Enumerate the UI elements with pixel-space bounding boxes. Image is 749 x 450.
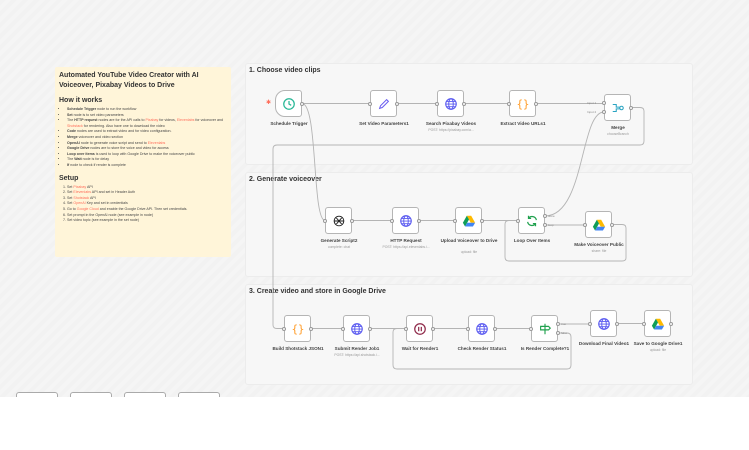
node-set-video-parameters1[interactable]: [370, 90, 397, 117]
output-port[interactable]: [543, 223, 547, 227]
node-merge[interactable]: [604, 94, 631, 121]
input-port[interactable]: [516, 218, 520, 223]
node-label: Schedule Trigger: [270, 121, 308, 126]
output-port[interactable]: [480, 218, 484, 223]
input-port[interactable]: [466, 326, 470, 331]
node-label: Merge: [611, 125, 625, 130]
output-port[interactable]: [431, 326, 435, 331]
node-label: HTTP Request: [390, 238, 422, 243]
bottom-panel: [0, 397, 749, 450]
globe-icon: [350, 322, 364, 336]
input-port[interactable]: [390, 218, 394, 223]
output-port[interactable]: [669, 321, 673, 326]
node-subtitle: upload: file: [460, 250, 478, 254]
node-submit-render-job1[interactable]: [343, 315, 370, 342]
svg-text:{}: {}: [291, 323, 304, 335]
output-port[interactable]: [493, 326, 497, 331]
loop-icon: [525, 214, 539, 228]
input-port[interactable]: [435, 101, 439, 106]
node-check-render-status1[interactable]: [468, 315, 495, 342]
input-port[interactable]: [341, 326, 345, 331]
node-generate-script2[interactable]: [325, 207, 352, 234]
globe-icon: [444, 97, 458, 111]
output-label: true: [561, 321, 567, 326]
google-drive-icon: [651, 317, 665, 331]
input-port[interactable]: [404, 326, 408, 331]
svg-text:{}: {}: [516, 98, 529, 110]
node-extract-video-urls1[interactable]: {}: [509, 90, 536, 117]
input-port[interactable]: [588, 321, 592, 326]
input-port[interactable]: [507, 101, 511, 106]
output-port[interactable]: [309, 326, 313, 331]
node-loop-over-items[interactable]: [518, 207, 545, 234]
output-port[interactable]: [368, 326, 372, 331]
output-label: done: [548, 213, 555, 218]
node-schedule-trigger[interactable]: [275, 90, 302, 117]
input-port[interactable]: [368, 101, 372, 106]
node-label: Is Render Complete?1: [520, 346, 570, 351]
merge-icon: [611, 101, 625, 115]
pencil-icon: [377, 97, 391, 111]
node-label: Search Pixabay Videos: [425, 121, 477, 126]
output-port[interactable]: [556, 322, 560, 326]
input-port[interactable]: [583, 222, 587, 227]
output-port[interactable]: [350, 218, 354, 223]
node-save-to-google-drive1[interactable]: [644, 310, 671, 337]
node-subtitle: share: file: [591, 249, 607, 253]
node-subtitle: chooseBranch: [607, 132, 629, 136]
output-port[interactable]: [300, 101, 304, 106]
connections: [272, 103, 645, 370]
code-braces-icon: {}: [516, 97, 530, 111]
input-port[interactable]: [282, 326, 286, 331]
node-label: Save to Google Drive1: [633, 341, 683, 346]
globe-icon: [475, 322, 489, 336]
output-port[interactable]: [543, 214, 547, 218]
node-label: Extract Video URLs1: [500, 121, 546, 126]
input-label: Input 2: [587, 110, 597, 114]
input-port[interactable]: [602, 110, 606, 114]
node-subtitle: POST: https://api.elevenlabs.i...: [382, 245, 430, 249]
output-port[interactable]: [462, 101, 466, 106]
workflow-canvas[interactable]: 1. Choose video clips 2. Generate voiceo…: [0, 0, 749, 404]
output-port[interactable]: [615, 321, 619, 326]
input-port[interactable]: [529, 326, 533, 331]
output-port[interactable]: [556, 331, 560, 335]
node-build-shotstack-json1[interactable]: {}: [284, 315, 311, 342]
google-drive-icon: [462, 214, 476, 228]
input-port[interactable]: [642, 321, 646, 326]
globe-icon: [399, 214, 413, 228]
openai-icon: [332, 214, 346, 228]
code-braces-icon: {}: [291, 322, 305, 336]
globe-icon: [597, 317, 611, 331]
input-port[interactable]: [453, 218, 457, 223]
input-label: Input 1: [587, 101, 597, 105]
node-subtitle: POST: https://api.shotstack.i...: [334, 353, 380, 357]
node-download-final-video1[interactable]: [590, 310, 617, 337]
output-port[interactable]: [417, 218, 421, 223]
node-subtitle: POST: https://pixabay.com/a...: [428, 128, 474, 132]
node-label: Upload Voiceover to Drive: [440, 238, 498, 243]
node-wait-for-render1[interactable]: [406, 315, 433, 342]
google-drive-icon: [592, 218, 606, 232]
trigger-marker-icon: ✱: [266, 100, 272, 106]
clock-icon: [282, 97, 296, 111]
node-is-render-complete-1[interactable]: [531, 315, 558, 342]
if-signpost-icon: [538, 322, 552, 336]
output-label: false: [561, 330, 568, 335]
output-port[interactable]: [610, 222, 614, 227]
output-port[interactable]: [534, 101, 538, 106]
node-http-request[interactable]: [392, 207, 419, 234]
input-port[interactable]: [602, 101, 606, 105]
output-port[interactable]: [395, 101, 399, 106]
node-make-voiceover-public[interactable]: [585, 211, 612, 238]
node-subtitle: upload: file: [649, 348, 667, 352]
output-port[interactable]: [629, 105, 633, 110]
node-search-pixabay-videos[interactable]: [437, 90, 464, 117]
input-port[interactable]: [323, 218, 327, 223]
node-label: Make Voiceover Public: [574, 242, 624, 247]
pause-icon: [413, 322, 427, 336]
node-upload-voiceover-to-drive[interactable]: [455, 207, 482, 234]
output-label: loop: [548, 222, 554, 227]
